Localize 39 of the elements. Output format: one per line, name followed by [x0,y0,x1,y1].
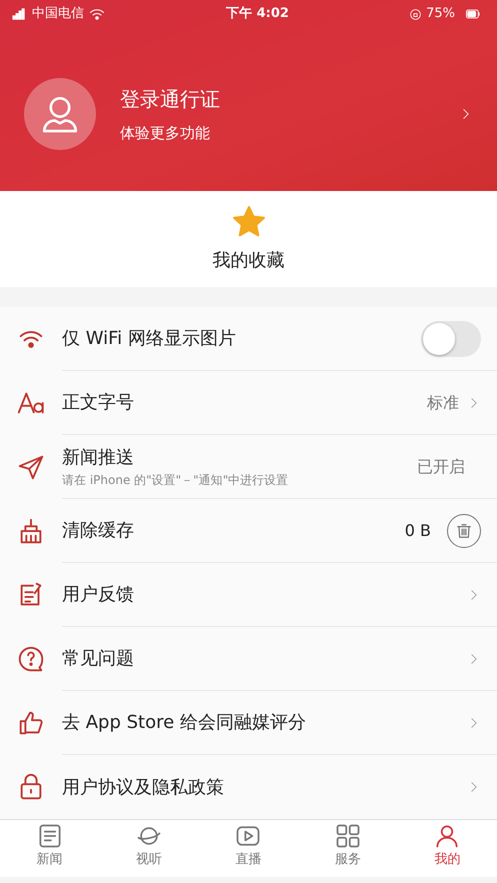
setting-label: 新闻推送 [62,446,135,470]
tab-button[interactable]: 视听 [99,820,199,877]
setting-label: 正文字号 [62,391,135,415]
login-title: 登录通行证 [120,86,221,113]
rotation-lock-icon [409,8,422,20]
settings-row[interactable]: 用户协议及隐私政策 [0,755,497,819]
setting-label: 用户反馈 [62,583,135,607]
settings-row[interactable]: 正文字号 标准 [0,371,497,435]
settings-row[interactable]: 去 App Store 给会同融媒评分 [0,691,497,755]
setting-label: 去 App Store 给会同融媒评分 [62,711,307,735]
settings-row[interactable]: 用户反馈 [0,563,497,627]
help-icon [16,644,46,674]
favorites-label: 我的收藏 [212,248,284,272]
setting-value: 已开启 [417,456,465,478]
settings-row[interactable]: 新闻推送 请在 iPhone 的"设置"－"通知"中进行设置 已开启 [0,435,497,499]
tab-button[interactable]: 我的 [398,820,497,877]
settings-row[interactable]: 常见问题 [0,627,497,691]
profile-row[interactable]: 登录通行证 体验更多功能 [0,28,497,150]
grid-icon [334,822,362,850]
favorites-button[interactable]: 我的收藏 [0,191,497,287]
setting-label: 用户协议及隐私政策 [62,776,225,800]
setting-label: 常见问题 [62,647,135,671]
setting-hint: 请在 iPhone 的"设置"－"通知"中进行设置 [62,472,290,489]
toggle-switch[interactable] [421,320,481,356]
battery-percent: 75% [426,5,455,24]
setting-label: 仅 WiFi 网络显示图片 [62,327,237,351]
setting-value: 标准 [427,392,459,414]
star-icon [232,204,266,238]
tab-button[interactable]: 直播 [198,820,298,877]
tab-button[interactable]: 服务 [298,820,398,877]
settings-row[interactable]: 清除缓存 0 B [0,499,497,563]
settings-row[interactable]: 仅 WiFi 网络显示图片 [0,307,497,371]
carrier-name: 中国电信 [32,5,84,24]
cache-size: 0 B [404,520,431,542]
login-subtitle: 体验更多功能 [120,122,211,144]
clear-cache-button[interactable] [447,514,481,548]
status-time: 下午 4:02 [226,5,289,24]
tab-button[interactable]: 新闻 [0,820,100,877]
setting-label: 清除缓存 [62,519,135,543]
